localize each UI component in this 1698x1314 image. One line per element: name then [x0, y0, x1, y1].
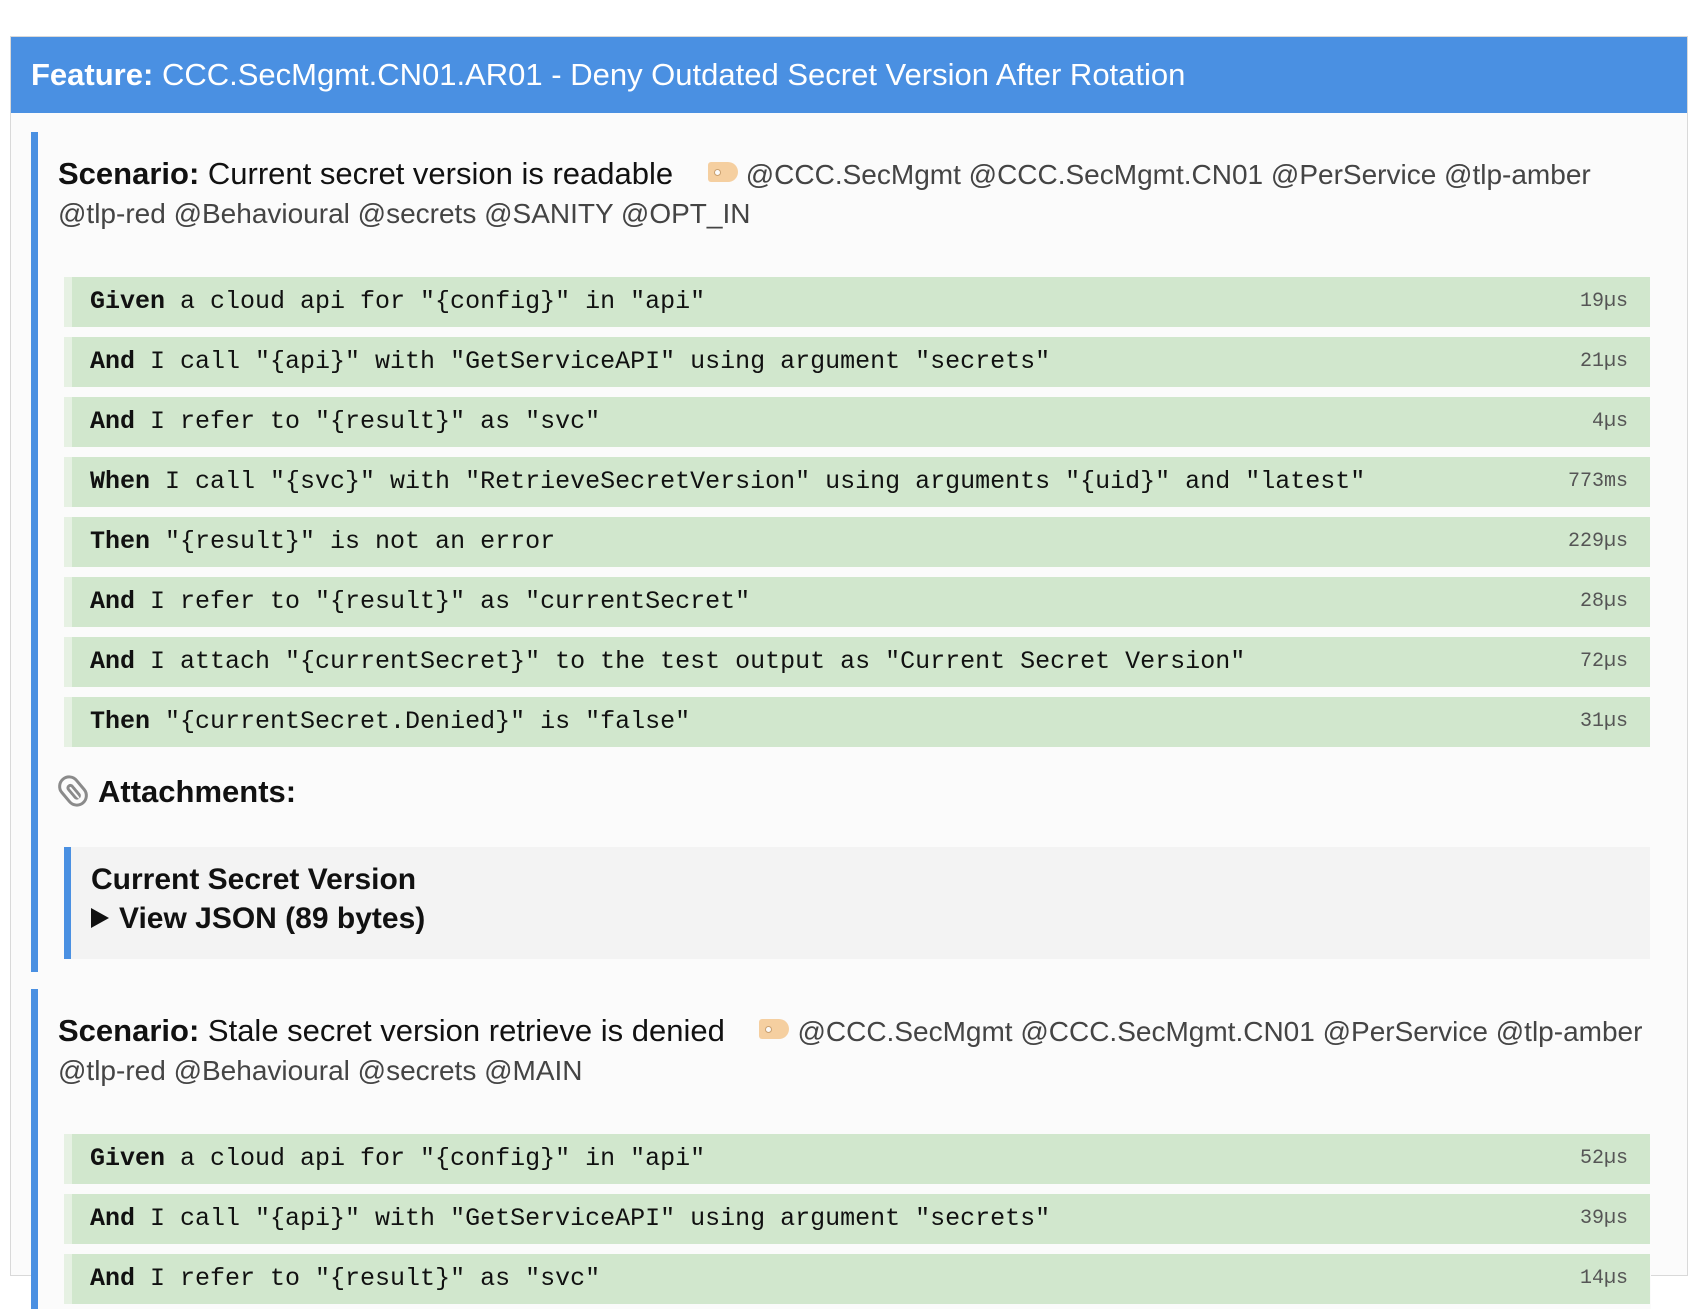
scenario-current-secret: Scenario: Current secret version is read…	[31, 132, 1651, 972]
step-row: Then "{result}" is not an error 229µs	[64, 517, 1650, 567]
step-row: And I attach "{currentSecret}" to the te…	[64, 637, 1650, 687]
step-row: And I refer to "{result}" as "svc" 4µs	[64, 397, 1650, 447]
paperclip-icon	[53, 770, 93, 812]
step-text: "{result}" is not an error	[150, 527, 556, 556]
tags-line-1: @CCC.SecMgmt @CCC.SecMgmt.CN01 @PerServi…	[745, 159, 1591, 190]
step-text: I refer to "{result}" as "svc"	[135, 1264, 601, 1293]
step-list: Given a cloud api for "{config}" in "api…	[64, 277, 1650, 757]
step-duration: 4µs	[1591, 410, 1628, 433]
step-keyword: And	[90, 587, 136, 616]
step-row: And I refer to "{result}" as "svc" 14µs	[64, 1254, 1650, 1304]
step-keyword: Then	[90, 527, 151, 556]
scenario-keyword: Scenario:	[58, 1013, 200, 1048]
scenario-tags: @CCC.SecMgmt @CCC.SecMgmt.CN01 @PerServi…	[759, 1016, 1642, 1047]
attachment-name: Current Secret Version	[91, 863, 417, 896]
scenario-title: Current secret version is readable	[207, 156, 674, 191]
step-keyword: Given	[90, 1144, 166, 1173]
step-text: I refer to "{result}" as "svc"	[135, 407, 601, 436]
attachments-label: Attachments:	[98, 774, 297, 809]
triangle-right-icon	[91, 908, 109, 928]
scenario-keyword: Scenario:	[58, 156, 200, 191]
step-text: I call "{api}" with "GetServiceAPI" usin…	[135, 1204, 1051, 1233]
step-duration: 19µs	[1579, 290, 1628, 313]
feature-keyword: Feature:	[31, 57, 154, 92]
step-row: When I call "{svc}" with "RetrieveSecret…	[64, 457, 1650, 507]
step-text: "{currentSecret.Denied}" is "false"	[150, 707, 691, 736]
step-duration: 773ms	[1567, 470, 1628, 493]
step-keyword: And	[90, 1204, 136, 1233]
step-row: And I call "{api}" with "GetServiceAPI" …	[64, 1194, 1650, 1244]
step-keyword: And	[90, 1264, 136, 1293]
step-text: a cloud api for "{config}" in "api"	[165, 287, 706, 316]
step-text: I attach "{currentSecret}" to the test o…	[135, 647, 1246, 676]
step-row: Given a cloud api for "{config}" in "api…	[64, 277, 1650, 327]
scenario-header[interactable]: Scenario: Current secret version is read…	[58, 154, 1648, 233]
tags-line-1: @CCC.SecMgmt @CCC.SecMgmt.CN01 @PerServi…	[797, 1016, 1643, 1047]
tag-icon	[707, 162, 738, 182]
step-keyword: When	[90, 467, 151, 496]
tags-line-2: @tlp-red @Behavioural @secrets @SANITY @…	[58, 198, 751, 229]
scenario-header[interactable]: Scenario: Stale secret version retrieve …	[58, 1011, 1648, 1090]
step-duration: 72µs	[1579, 650, 1628, 673]
attachment-card: Current Secret Version View JSON (89 byt…	[64, 847, 1650, 959]
step-text: I call "{svc}" with "RetrieveSecretVersi…	[150, 467, 1366, 496]
step-keyword: And	[90, 647, 136, 676]
step-list: Given a cloud api for "{config}" in "api…	[64, 1134, 1650, 1314]
step-text: I refer to "{result}" as "currentSecret"	[135, 587, 751, 616]
tag-icon	[759, 1019, 790, 1039]
attachments-heading: Attachments:	[53, 770, 297, 812]
feature-header[interactable]: Feature: CCC.SecMgmt.CN01.AR01 - Deny Ou…	[11, 37, 1687, 113]
view-json-toggle[interactable]: View JSON (89 bytes)	[91, 899, 1650, 939]
feature-title: CCC.SecMgmt.CN01.AR01 - Deny Outdated Se…	[161, 57, 1186, 92]
scenario-tags: @CCC.SecMgmt @CCC.SecMgmt.CN01 @PerServi…	[707, 159, 1591, 190]
step-text: a cloud api for "{config}" in "api"	[165, 1144, 706, 1173]
step-row: Then "{currentSecret.Denied}" is "false"…	[64, 697, 1650, 747]
step-keyword: And	[90, 347, 136, 376]
scenario-title: Stale secret version retrieve is denied	[207, 1013, 725, 1048]
step-duration: 39µs	[1579, 1207, 1628, 1230]
tags-line-2: @tlp-red @Behavioural @secrets @MAIN	[58, 1055, 583, 1086]
step-duration: 28µs	[1579, 590, 1628, 613]
step-keyword: And	[90, 407, 136, 436]
step-duration: 229µs	[1567, 530, 1628, 553]
step-duration: 14µs	[1579, 1267, 1628, 1290]
step-row: And I refer to "{result}" as "currentSec…	[64, 577, 1650, 627]
step-row: And I call "{api}" with "GetServiceAPI" …	[64, 337, 1650, 387]
step-duration: 52µs	[1579, 1147, 1628, 1170]
step-keyword: Given	[90, 287, 166, 316]
step-duration: 21µs	[1579, 350, 1628, 373]
view-json-label: View JSON (89 bytes)	[119, 902, 426, 935]
step-keyword: Then	[90, 707, 151, 736]
step-text: I call "{api}" with "GetServiceAPI" usin…	[135, 347, 1051, 376]
scenario-stale-secret: Scenario: Stale secret version retrieve …	[31, 989, 1651, 1309]
step-row: Given a cloud api for "{config}" in "api…	[64, 1134, 1650, 1184]
step-duration: 31µs	[1579, 710, 1628, 733]
feature-panel: Feature: CCC.SecMgmt.CN01.AR01 - Deny Ou…	[10, 36, 1688, 1309]
